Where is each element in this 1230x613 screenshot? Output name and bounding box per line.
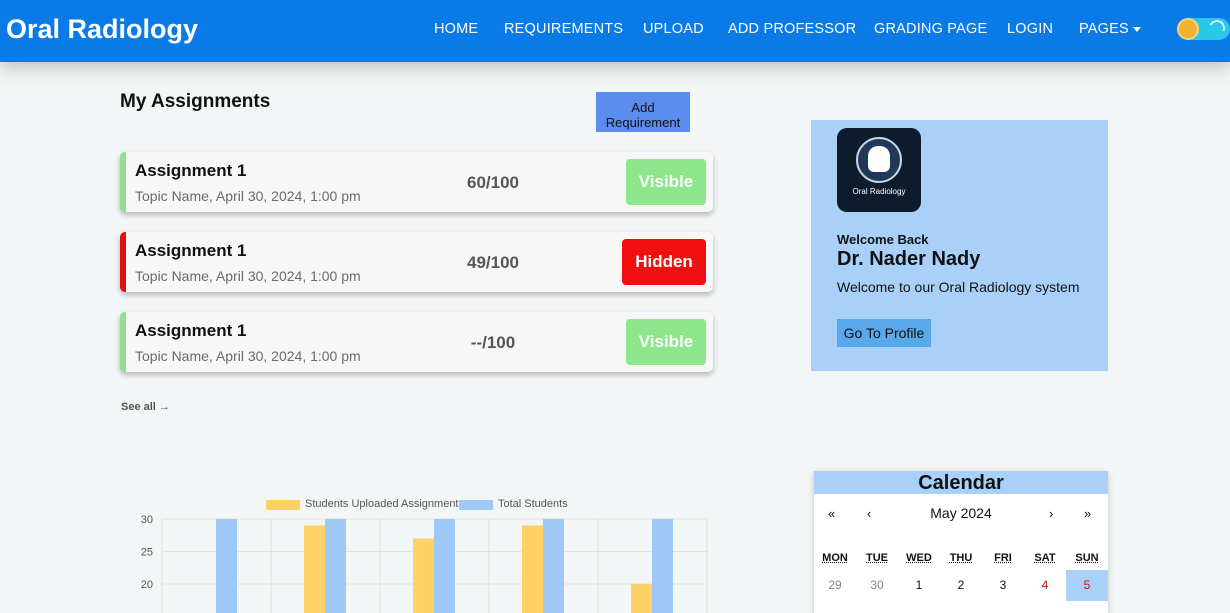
chart-bar xyxy=(522,525,543,613)
next-year-button[interactable]: » xyxy=(1084,506,1091,521)
visibility-button[interactable]: Visible xyxy=(626,319,706,365)
chart-bar xyxy=(325,519,346,613)
profile-card: Oral Radiology Welcome Back Dr. Nader Na… xyxy=(811,120,1108,371)
caret-down-icon xyxy=(1132,26,1141,32)
brand-title[interactable]: Oral Radiology xyxy=(6,14,198,45)
welcome-back-label: Welcome Back xyxy=(837,232,929,247)
weekday-label: SUN xyxy=(1075,552,1099,564)
next-month-button[interactable]: › xyxy=(1049,506,1053,521)
assignments-chart: Students Uploaded Assignments Total Stud… xyxy=(110,465,720,613)
assignment-title: Assignment 1 xyxy=(135,241,247,260)
calendar-day[interactable]: 30 xyxy=(856,570,898,601)
calendar-day[interactable]: 3 xyxy=(982,570,1024,601)
assignment-subtitle: Topic Name, April 30, 2024, 1:00 pm xyxy=(135,268,361,284)
add-requirement-button[interactable]: Add Requirement xyxy=(596,92,690,132)
assignment-subtitle: Topic Name, April 30, 2024, 1:00 pm xyxy=(135,348,361,364)
calendar-day-selected[interactable]: 5 xyxy=(1066,570,1108,601)
chart-bar xyxy=(631,584,652,613)
chart-bar xyxy=(413,538,434,613)
calendar-day[interactable]: 4 xyxy=(1024,570,1066,601)
chart-bar xyxy=(434,519,455,613)
assignment-score: --/100 xyxy=(470,333,516,352)
weekday-label: WED xyxy=(906,552,932,564)
y-tick-label: 25 xyxy=(141,547,153,559)
chart-bar xyxy=(543,519,564,613)
assignment-title: Assignment 1 xyxy=(135,161,247,180)
chart-bar xyxy=(652,519,673,613)
weekday-label: SAT xyxy=(1034,552,1056,564)
calendar-widget: Calendar « ‹ May 2024 › » MON TUE WED TH… xyxy=(814,471,1108,613)
y-tick-label: 30 xyxy=(141,514,153,526)
nav-upload[interactable]: UPLOAD xyxy=(643,21,704,37)
nav-pages-label: PAGES xyxy=(1079,21,1129,37)
chart-plot: 30 25 20 xyxy=(141,514,708,613)
visibility-button[interactable]: Hidden xyxy=(622,239,706,285)
logo-text: Oral Radiology xyxy=(852,187,906,196)
visibility-button[interactable]: Visible xyxy=(626,159,706,205)
assignment-score: 60/100 xyxy=(467,173,519,192)
assignment-card[interactable]: Assignment 1 Topic Name, April 30, 2024,… xyxy=(120,232,713,292)
section-title: My Assignments xyxy=(120,91,271,112)
weekday-label: THU xyxy=(949,552,973,564)
nav-home[interactable]: HOME xyxy=(434,21,478,37)
moon-icon xyxy=(1206,17,1228,39)
assignment-subtitle: Topic Name, April 30, 2024, 1:00 pm xyxy=(135,188,361,204)
chart-bar xyxy=(304,525,325,613)
see-all-link[interactable]: See all → xyxy=(121,401,170,413)
y-tick-label: 20 xyxy=(141,579,153,591)
sun-icon xyxy=(1179,20,1197,38)
weekday-label: MON xyxy=(822,552,848,564)
calendar-day[interactable]: 29 xyxy=(814,570,856,601)
navbar: Oral Radiology HOME REQUIREMENTS UPLOAD … xyxy=(0,0,1230,62)
assignment-score: 49/100 xyxy=(467,253,519,272)
assignment-card[interactable]: Assignment 1 Topic Name, April 30, 2024,… xyxy=(120,152,713,212)
nav-add-professor[interactable]: ADD PROFESSOR xyxy=(728,21,856,37)
weekday-label: FRI xyxy=(994,552,1012,564)
tooth-icon xyxy=(868,146,890,172)
calendar-title: Calendar xyxy=(814,471,1108,494)
assignment-card[interactable]: Assignment 1 Topic Name, April 30, 2024,… xyxy=(120,312,713,372)
welcome-message: Welcome to our Oral Radiology system xyxy=(837,279,1080,295)
user-name: Dr. Nader Nady xyxy=(837,248,981,270)
nav-login[interactable]: LOGIN xyxy=(1007,21,1053,37)
nav-grading-page[interactable]: GRADING PAGE xyxy=(874,21,987,37)
weekday-label: TUE xyxy=(866,552,888,564)
prev-month-button[interactable]: ‹ xyxy=(867,506,871,521)
nav-pages-dropdown[interactable]: PAGES xyxy=(1079,21,1141,37)
chart-bar xyxy=(216,519,237,613)
go-to-profile-button[interactable]: Go To Profile xyxy=(837,319,931,347)
calendar-month-label[interactable]: May 2024 xyxy=(911,505,1011,521)
calendar-day[interactable]: 1 xyxy=(898,570,940,601)
calendar-day[interactable]: 2 xyxy=(940,570,982,601)
assignment-title: Assignment 1 xyxy=(135,321,247,340)
app-logo: Oral Radiology xyxy=(837,128,921,212)
prev-year-button[interactable]: « xyxy=(828,506,835,521)
theme-toggle[interactable] xyxy=(1177,17,1230,40)
nav-requirements[interactable]: REQUIREMENTS xyxy=(504,21,623,37)
